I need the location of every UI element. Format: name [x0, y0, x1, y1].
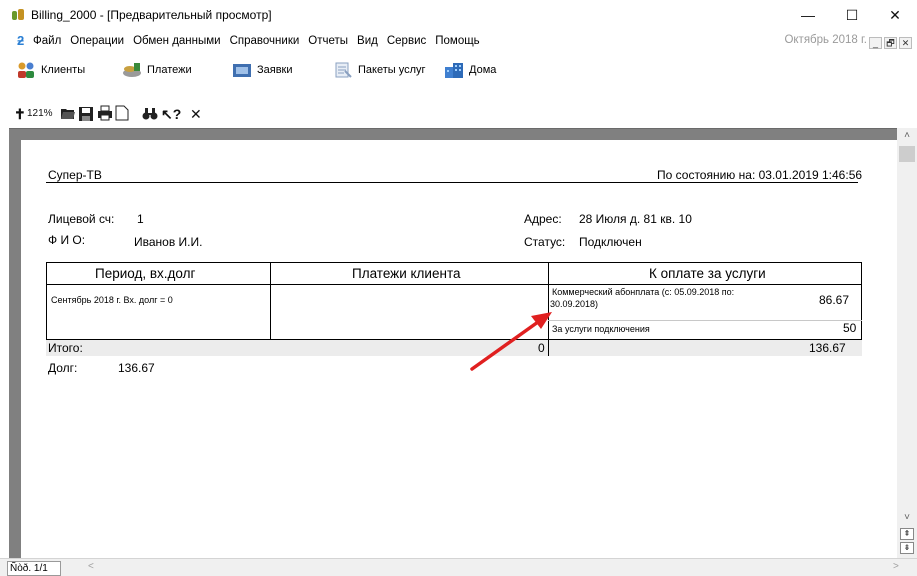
page-up-button[interactable]: ⇞: [900, 528, 914, 540]
scroll-thumb[interactable]: [899, 146, 915, 162]
scroll-down-icon[interactable]: ˅: [897, 512, 917, 523]
scroll-up-icon[interactable]: ˄: [897, 130, 917, 141]
status-bar: Ñòð. 1/1 < >: [0, 558, 917, 576]
annotation-arrow-icon: [470, 312, 552, 371]
vertical-scrollbar[interactable]: ˄ ˅ ⇞ ⇟: [897, 128, 917, 558]
scroll-left-icon[interactable]: <: [88, 561, 94, 572]
scroll-right-icon[interactable]: >: [893, 561, 899, 572]
page-indicator: Ñòð. 1/1: [7, 561, 61, 576]
page-down-button[interactable]: ⇟: [900, 542, 914, 554]
